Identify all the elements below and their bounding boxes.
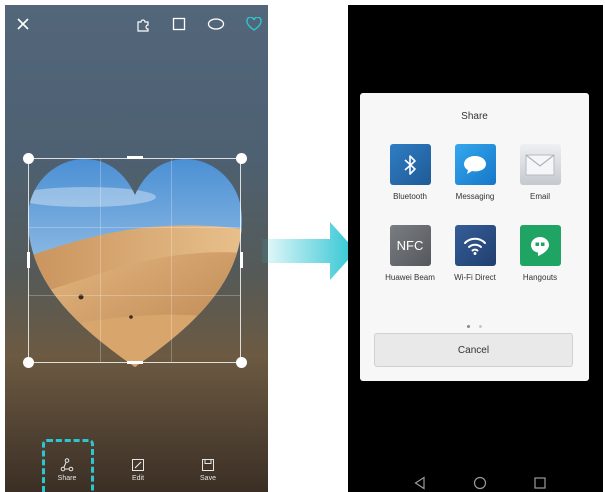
hangouts-label: Hangouts <box>522 273 558 282</box>
edit-icon <box>132 459 144 471</box>
share-screen: Share Bluetooth Messaging Email NFC Huaw… <box>348 5 603 492</box>
edit-label: Edit <box>131 475 145 482</box>
crop-handle-right[interactable] <box>240 252 243 268</box>
crop-handle-bottom-left[interactable] <box>23 357 34 368</box>
wifi-direct-label: Wi-Fi Direct <box>454 273 496 282</box>
home-icon[interactable] <box>472 475 488 491</box>
nfc-text: NFC <box>396 238 424 253</box>
crop-handle-top[interactable] <box>127 156 143 159</box>
share-dialog: Share Bluetooth Messaging Email NFC Huaw… <box>360 93 589 381</box>
message-bubble-icon <box>454 144 496 185</box>
share-dialog-title: Share <box>461 111 488 122</box>
share-option-hangouts[interactable]: Hangouts <box>507 225 573 282</box>
edit-button[interactable]: Edit <box>116 458 160 482</box>
share-option-bluetooth[interactable]: Bluetooth <box>377 144 443 201</box>
quote-icon <box>519 225 561 266</box>
messaging-label: Messaging <box>455 192 495 201</box>
share-label: Share <box>57 475 77 482</box>
crop-handle-left[interactable] <box>27 252 30 268</box>
heart-icon[interactable] <box>245 15 263 33</box>
share-option-messaging[interactable]: Messaging <box>442 144 508 201</box>
bluetooth-label: Bluetooth <box>393 192 427 201</box>
arrow-right-icon <box>262 222 356 280</box>
share-option-email[interactable]: Email <box>507 144 573 201</box>
share-option-huawei-beam[interactable]: NFC Huawei Beam <box>377 225 443 282</box>
nfc-icon: NFC <box>389 225 431 266</box>
page-dot-active <box>467 325 471 328</box>
tutorial-figure: Share Edit Save Share Bluetooth Messagin… <box>0 0 605 492</box>
crop-handle-top-right[interactable] <box>236 153 247 164</box>
page-indicator <box>360 315 589 333</box>
share-icon <box>60 458 74 472</box>
back-icon[interactable] <box>412 475 428 491</box>
email-label: Email <box>529 192 550 201</box>
photo-editor-screen: Share Edit Save <box>5 5 268 492</box>
save-icon <box>202 459 214 471</box>
cancel-button[interactable]: Cancel <box>374 333 573 367</box>
bluetooth-icon <box>389 144 431 185</box>
crop-handle-bottom-right[interactable] <box>236 357 247 368</box>
close-icon[interactable] <box>14 15 32 33</box>
share-option-wifi-direct[interactable]: Wi-Fi Direct <box>442 225 508 282</box>
crop-handle-bottom[interactable] <box>127 361 143 364</box>
puzzle-icon[interactable] <box>134 15 152 33</box>
envelope-icon <box>519 144 561 185</box>
square-icon[interactable] <box>170 15 188 33</box>
crop-handle-top-left[interactable] <box>23 153 34 164</box>
recents-icon[interactable] <box>532 475 548 491</box>
share-button[interactable]: Share <box>45 458 89 482</box>
ellipse-icon[interactable] <box>206 15 226 33</box>
crop-frame[interactable] <box>28 158 241 363</box>
page-dot <box>478 325 482 328</box>
huawei-beam-label: Huawei Beam <box>385 273 435 282</box>
save-button[interactable]: Save <box>186 458 230 482</box>
save-label: Save <box>200 475 216 482</box>
wifi-icon <box>454 225 496 266</box>
